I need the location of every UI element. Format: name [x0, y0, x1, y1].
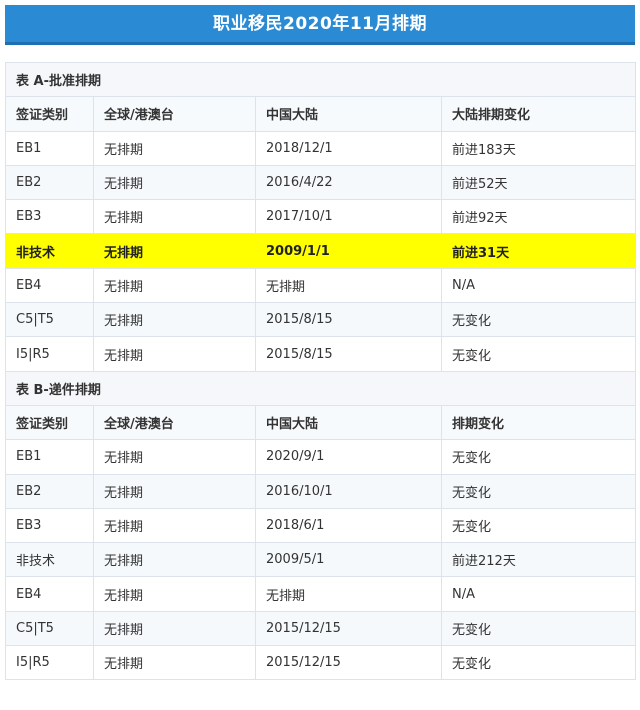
table-cell: 无排期 — [93, 645, 256, 681]
table-row: C5|T5 无排期 2015/8/15 无变化 — [5, 302, 637, 338]
schedule-table-wrapper: 表 A-批准排期 签证类别 全球/港澳台 中国大陆 大陆排期变化 EB1 无排期… — [4, 61, 637, 681]
table-cell: 无排期 — [93, 542, 256, 578]
table-cell: I5|R5 — [5, 336, 94, 372]
table-cell: 无排期 — [93, 576, 256, 612]
column-header: 排期变化 — [440, 404, 637, 441]
highlighted-table-row: 非技术 无排期 2009/1/1 前进31天 — [5, 233, 637, 269]
table-row: 非技术 无排期 2009/5/1 前进212天 — [5, 542, 637, 578]
table-cell: N/A — [440, 267, 637, 304]
table-row: EB2 无排期 2016/10/1 无变化 — [5, 473, 637, 509]
table-cell: 2009/1/1 — [255, 233, 442, 269]
table-cell: 无排期 — [93, 267, 256, 304]
table-cell: 无排期 — [93, 130, 256, 166]
table-cell: 2015/8/15 — [255, 336, 442, 372]
page-title: 职业移民2020年11月排期 — [5, 5, 635, 45]
table-row: EB4 无排期 无排期 N/A — [5, 267, 637, 304]
table-cell: 2020/9/1 — [255, 439, 442, 475]
table-cell: 2018/12/1 — [255, 130, 442, 166]
table-cell: 无排期 — [255, 267, 442, 304]
table-cell: EB1 — [5, 439, 94, 475]
table-cell: 前进31天 — [440, 233, 637, 269]
column-header: 全球/港澳台 — [93, 96, 256, 132]
table-cell: 2018/6/1 — [255, 507, 442, 544]
table-cell: 无排期 — [93, 473, 256, 509]
table-b-title: 表 B-递件排期 — [4, 370, 637, 406]
table-cell: 2015/8/15 — [255, 302, 442, 338]
table-row: EB1 无排期 2018/12/1 前进183天 — [5, 130, 637, 166]
table-cell: 前进183天 — [440, 130, 637, 166]
column-header: 大陆排期变化 — [440, 96, 637, 132]
table-cell: 2015/12/15 — [255, 610, 442, 647]
table-row: EB4 无排期 无排期 N/A — [5, 576, 637, 612]
column-header: 全球/港澳台 — [93, 404, 256, 441]
table-a-title: 表 A-批准排期 — [4, 61, 637, 98]
table-cell: 2015/12/15 — [255, 645, 442, 681]
table-cell: 无排期 — [93, 610, 256, 647]
table-cell: 2017/10/1 — [255, 199, 442, 235]
table-b-section-row: 表 B-递件排期 — [4, 370, 637, 406]
table-cell: 2016/4/22 — [255, 164, 442, 201]
table-cell: C5|T5 — [5, 610, 94, 647]
table-cell: EB2 — [5, 164, 94, 201]
table-cell: EB1 — [5, 130, 94, 166]
table-row: EB1 无排期 2020/9/1 无变化 — [5, 439, 637, 475]
table-row: I5|R5 无排期 2015/8/15 无变化 — [5, 336, 637, 372]
table-cell: 无排期 — [255, 576, 442, 612]
column-header: 签证类别 — [5, 96, 94, 132]
table-cell: 前进212天 — [440, 542, 637, 578]
table-cell: 非技术 — [5, 233, 94, 269]
table-cell: 无排期 — [93, 233, 256, 269]
table-cell: EB3 — [5, 199, 94, 235]
table-cell: I5|R5 — [5, 645, 94, 681]
table-cell: 无排期 — [93, 164, 256, 201]
column-header: 中国大陆 — [255, 404, 442, 441]
column-header: 中国大陆 — [255, 96, 442, 132]
table-a-header-row: 签证类别 全球/港澳台 中国大陆 大陆排期变化 — [5, 96, 637, 132]
table-row: EB3 无排期 2018/6/1 无变化 — [5, 507, 637, 544]
table-row: EB2 无排期 2016/4/22 前进52天 — [5, 164, 637, 201]
table-cell: EB4 — [5, 267, 94, 304]
table-cell: 前进52天 — [440, 164, 637, 201]
schedule-table: 表 A-批准排期 签证类别 全球/港澳台 中国大陆 大陆排期变化 EB1 无排期… — [4, 61, 637, 681]
table-row: EB3 无排期 2017/10/1 前进92天 — [5, 199, 637, 235]
table-cell: 无排期 — [93, 336, 256, 372]
table-cell: C5|T5 — [5, 302, 94, 338]
page: 职业移民2020年11月排期 表 A-批准排期 签证类别 全球/港澳台 中国大陆… — [0, 0, 640, 710]
table-cell: 无变化 — [440, 336, 637, 372]
table-cell: 无变化 — [440, 439, 637, 475]
table-cell: EB2 — [5, 473, 94, 509]
column-header: 签证类别 — [5, 404, 94, 441]
table-cell: 无排期 — [93, 439, 256, 475]
table-cell: 前进92天 — [440, 199, 637, 235]
table-cell: EB3 — [5, 507, 94, 544]
table-cell: 无变化 — [440, 610, 637, 647]
table-row: C5|T5 无排期 2015/12/15 无变化 — [5, 610, 637, 647]
table-cell: EB4 — [5, 576, 94, 612]
table-cell: 无变化 — [440, 507, 637, 544]
table-cell: 无变化 — [440, 645, 637, 681]
table-cell: 无变化 — [440, 302, 637, 338]
table-cell: 2009/5/1 — [255, 542, 442, 578]
table-cell: N/A — [440, 576, 637, 612]
table-row: I5|R5 无排期 2015/12/15 无变化 — [5, 645, 637, 681]
table-cell: 无排期 — [93, 507, 256, 544]
table-b-header-row: 签证类别 全球/港澳台 中国大陆 排期变化 — [5, 404, 637, 441]
table-cell: 2016/10/1 — [255, 473, 442, 509]
table-a-section-row: 表 A-批准排期 — [4, 61, 637, 98]
table-cell: 无排期 — [93, 199, 256, 235]
table-cell: 无变化 — [440, 473, 637, 509]
table-cell: 非技术 — [5, 542, 94, 578]
table-cell: 无排期 — [93, 302, 256, 338]
